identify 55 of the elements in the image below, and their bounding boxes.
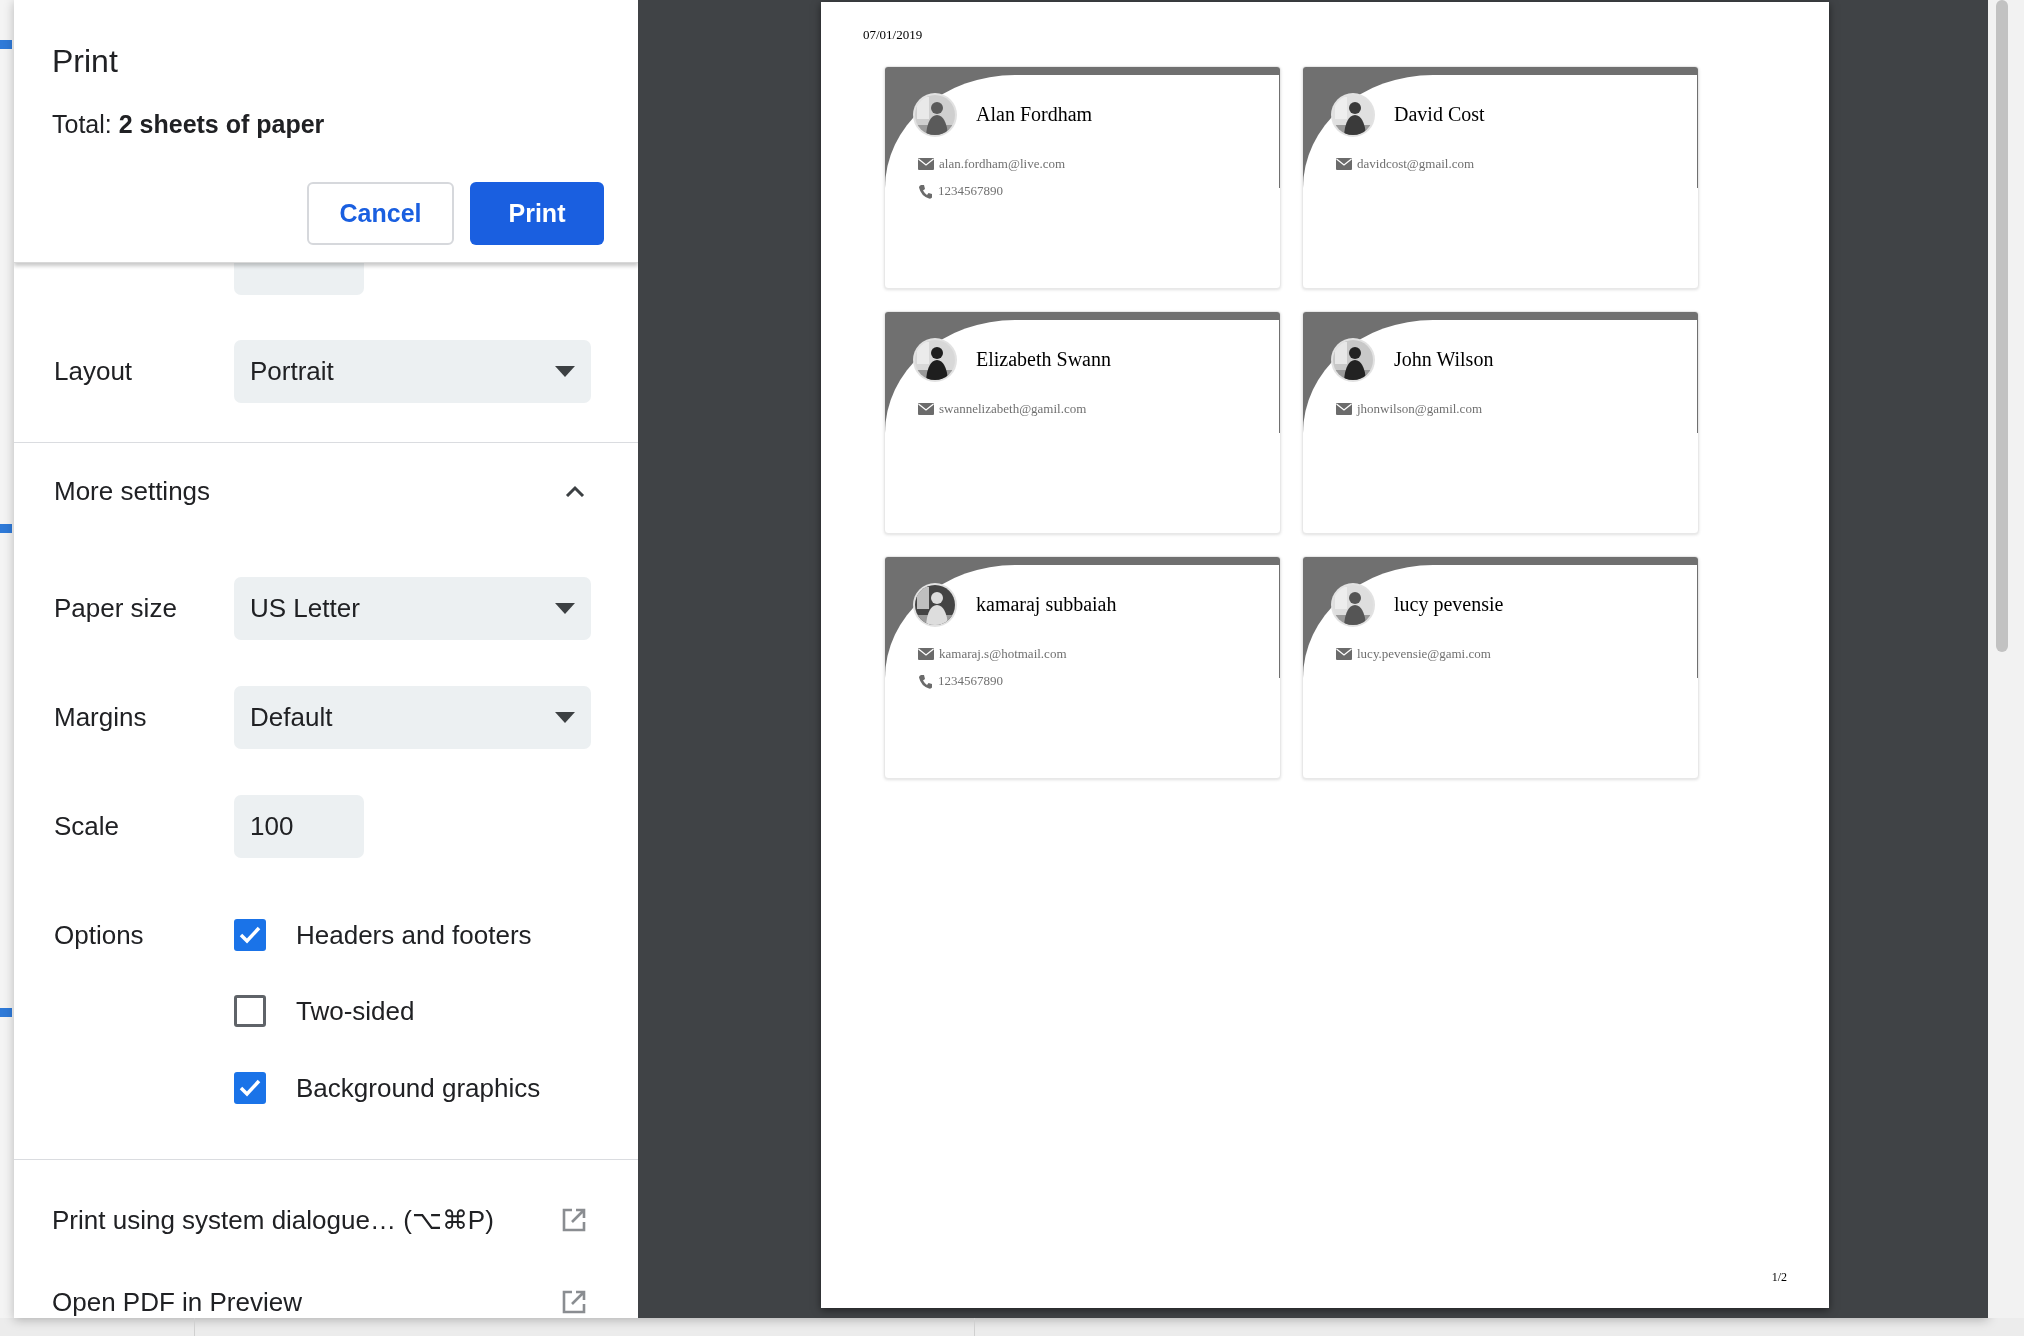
dropdown[interactable]: Portrait: [234, 340, 591, 403]
envelope-icon: [918, 403, 934, 415]
checkbox-label[interactable]: Two-sided: [296, 991, 415, 1031]
external-link-icon: [561, 1289, 587, 1315]
contact-email: swannelizabeth@gamil.com: [939, 400, 1087, 419]
checkbox[interactable]: [234, 1072, 266, 1104]
setting-label: Layout: [54, 355, 134, 388]
page-date: 07/01/2019: [863, 26, 923, 44]
phone-icon: [918, 183, 933, 199]
external-link-icon: [561, 1207, 587, 1233]
checkbox-label[interactable]: Background graphics: [296, 1068, 541, 1108]
page-marker: [0, 40, 12, 49]
contact-email: alan.fordham@live.com: [939, 155, 1066, 174]
menu-link[interactable]: Open PDF in Preview: [52, 1282, 591, 1318]
contact-name: David Cost: [1394, 102, 1485, 127]
phone-icon: [918, 673, 933, 689]
contact-email: davidcost@gmail.com: [1357, 155, 1475, 174]
envelope-icon: [918, 648, 934, 660]
contact-email: kamaraj.s@hotmail.com: [939, 645, 1067, 664]
contact-name: John Wilson: [1394, 347, 1494, 372]
cancel-button[interactable]: Cancel: [307, 182, 454, 245]
setting-label: Options: [54, 918, 145, 952]
contact-email: jhonwilson@gamil.com: [1357, 400, 1482, 419]
checkbox[interactable]: [234, 919, 266, 951]
contact-name: lucy pevensie: [1394, 592, 1504, 617]
dropdown-arrow-icon: [555, 602, 575, 615]
contact-name: Alan Fordham: [976, 102, 1093, 127]
dropdown-arrow-icon: [555, 365, 575, 378]
envelope-icon: [1336, 648, 1352, 660]
contact-email: lucy.pevensie@gami.com: [1357, 645, 1491, 664]
contact-name: kamaraj subbaiah: [976, 592, 1117, 617]
dropdown-arrow-icon: [555, 711, 575, 724]
dropdown[interactable]: US Letter: [234, 577, 591, 640]
more-settings-toggle[interactable]: More settings: [54, 459, 591, 523]
menu-link[interactable]: Print using system dialogue… (⌥⌘P): [52, 1200, 591, 1240]
dialog-title: Print: [52, 42, 118, 80]
setting-label: Paper size: [54, 592, 178, 625]
setting-label: Scale: [54, 810, 121, 843]
page-number: 1/2: [1771, 1269, 1787, 1286]
total-sheets-text: Total: 2 sheets of paper: [52, 109, 325, 139]
setting-label: Margins: [54, 701, 148, 734]
print-button[interactable]: Print: [470, 182, 604, 245]
envelope-icon: [1336, 158, 1352, 170]
contact-phone: 1234567890: [938, 182, 1003, 201]
contact-phone: 1234567890: [938, 672, 1003, 691]
envelope-icon: [918, 158, 934, 170]
input-field[interactable]: 100: [234, 795, 364, 858]
scrollbar-thumb[interactable]: [1996, 0, 2008, 652]
page-marker: [0, 524, 12, 533]
checkbox-label[interactable]: Headers and footers: [296, 915, 532, 955]
contact-name: Elizabeth Swann: [976, 347, 1111, 372]
envelope-icon: [1336, 403, 1352, 415]
dropdown[interactable]: Default: [234, 686, 591, 749]
checkbox[interactable]: [234, 995, 266, 1027]
page-marker: [0, 1008, 12, 1017]
